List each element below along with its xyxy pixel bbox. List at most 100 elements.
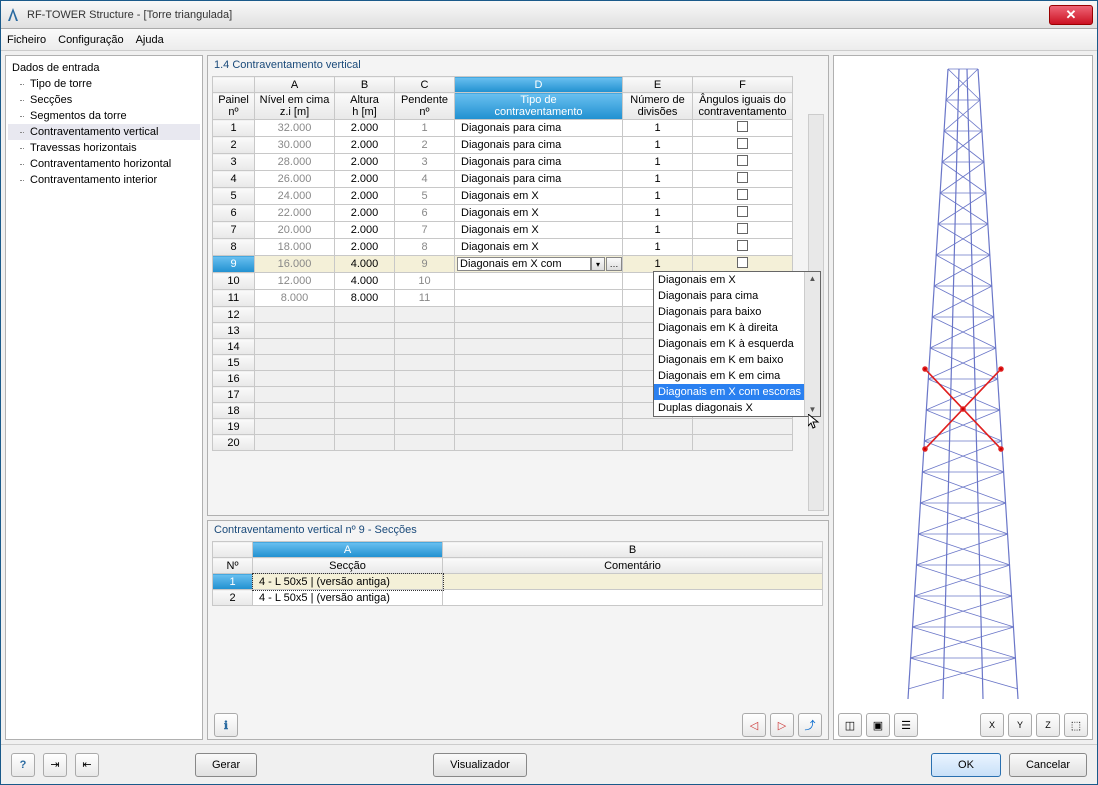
- goto-button[interactable]: ⤴: [798, 713, 822, 737]
- sidebar-item[interactable]: Secções: [8, 92, 200, 108]
- cell[interactable]: [693, 154, 793, 171]
- visualizador-button[interactable]: Visualizador: [433, 753, 527, 777]
- cell[interactable]: [693, 239, 793, 256]
- cell[interactable]: [693, 205, 793, 222]
- dropdown-option[interactable]: Diagonais em K em baixo: [654, 352, 820, 368]
- cell[interactable]: 30.000: [255, 137, 335, 154]
- cell[interactable]: 2.000: [335, 120, 395, 137]
- cell[interactable]: 1: [623, 120, 693, 137]
- cell[interactable]: [693, 137, 793, 154]
- cell[interactable]: 1: [623, 171, 693, 188]
- row-header[interactable]: 13: [213, 323, 255, 339]
- cell[interactable]: 2.000: [335, 188, 395, 205]
- cell[interactable]: 2.000: [335, 222, 395, 239]
- cell[interactable]: 8.000: [335, 290, 395, 307]
- sidebar-item[interactable]: Contraventamento horizontal: [8, 156, 200, 172]
- checkbox[interactable]: [737, 121, 748, 132]
- checkbox[interactable]: [737, 138, 748, 149]
- row-header[interactable]: 17: [213, 387, 255, 403]
- cell[interactable]: 12.000: [255, 273, 335, 290]
- view-z-button[interactable]: Z: [1036, 713, 1060, 737]
- checkbox[interactable]: [737, 155, 748, 166]
- row-header[interactable]: 4: [213, 171, 255, 188]
- row-header[interactable]: 9: [213, 256, 255, 273]
- export-button[interactable]: ⇤: [75, 753, 99, 777]
- menu-ficheiro[interactable]: Ficheiro: [7, 34, 46, 46]
- cell[interactable]: [693, 188, 793, 205]
- cell[interactable]: 1: [623, 154, 693, 171]
- checkbox[interactable]: [737, 206, 748, 217]
- cell[interactable]: 2.000: [335, 137, 395, 154]
- dropdown-option[interactable]: Diagonais em X: [654, 272, 820, 288]
- cell[interactable]: 7: [395, 222, 455, 239]
- view-x-button[interactable]: X: [980, 713, 1004, 737]
- cell[interactable]: [693, 222, 793, 239]
- cell[interactable]: 1: [623, 256, 693, 273]
- row-header[interactable]: 16: [213, 371, 255, 387]
- sidebar-item[interactable]: Contraventamento interior: [8, 172, 200, 188]
- row-header[interactable]: 18: [213, 403, 255, 419]
- cell[interactable]: 2.000: [335, 239, 395, 256]
- row-header[interactable]: 2: [213, 590, 253, 606]
- cell[interactable]: 5: [395, 188, 455, 205]
- cell[interactable]: 24.000: [255, 188, 335, 205]
- cell[interactable]: 1: [623, 239, 693, 256]
- cell[interactable]: 10: [395, 273, 455, 290]
- row-header[interactable]: 3: [213, 154, 255, 171]
- dropdown-option[interactable]: Diagonais em K em cima: [654, 368, 820, 384]
- view-y-button[interactable]: Y: [1008, 713, 1032, 737]
- row-header[interactable]: 1: [213, 574, 253, 590]
- row-header[interactable]: 7: [213, 222, 255, 239]
- cell[interactable]: Diagonais para cima: [455, 120, 623, 137]
- cell[interactable]: Diagonais em X: [455, 188, 623, 205]
- cell[interactable]: 28.000: [255, 154, 335, 171]
- preview-canvas[interactable]: [834, 56, 1092, 711]
- checkbox[interactable]: [737, 172, 748, 183]
- menu-configuracao[interactable]: Configuração: [58, 34, 123, 46]
- cell[interactable]: Diagonais em X: [455, 205, 623, 222]
- view-3d-button[interactable]: ⬚: [1064, 713, 1088, 737]
- view-wire-button[interactable]: ☰: [894, 713, 918, 737]
- bracing-type-cell[interactable]: Diagonais em X com escoras▾…: [455, 256, 623, 273]
- checkbox[interactable]: [737, 240, 748, 251]
- sidebar-item[interactable]: Tipo de torre: [8, 76, 200, 92]
- cell[interactable]: 3: [395, 154, 455, 171]
- cell[interactable]: [693, 256, 793, 273]
- cell[interactable]: 18.000: [255, 239, 335, 256]
- row-header[interactable]: 20: [213, 435, 255, 451]
- cell[interactable]: 4 - L 50x5 | (versão antiga): [253, 590, 443, 606]
- row-header[interactable]: 19: [213, 419, 255, 435]
- cell[interactable]: 2: [395, 137, 455, 154]
- dropdown-more-button[interactable]: …: [606, 257, 622, 271]
- cell[interactable]: 6: [395, 205, 455, 222]
- checkbox[interactable]: [737, 189, 748, 200]
- row-header[interactable]: 2: [213, 137, 255, 154]
- gerar-button[interactable]: Gerar: [195, 753, 257, 777]
- cell[interactable]: [455, 290, 623, 307]
- cell[interactable]: Diagonais para cima: [455, 171, 623, 188]
- cell[interactable]: Diagonais para cima: [455, 137, 623, 154]
- cell[interactable]: 8.000: [255, 290, 335, 307]
- info-button[interactable]: ℹ: [214, 713, 238, 737]
- row-header[interactable]: 10: [213, 273, 255, 290]
- dropdown-arrow-icon[interactable]: ▾: [591, 257, 605, 271]
- cell[interactable]: 20.000: [255, 222, 335, 239]
- cell[interactable]: 32.000: [255, 120, 335, 137]
- dropdown-option[interactable]: Diagonais para cima: [654, 288, 820, 304]
- row-header[interactable]: 8: [213, 239, 255, 256]
- menu-ajuda[interactable]: Ajuda: [136, 34, 164, 46]
- cell[interactable]: 4.000: [335, 256, 395, 273]
- cell[interactable]: [455, 273, 623, 290]
- close-button[interactable]: ✕: [1049, 5, 1093, 25]
- row-header[interactable]: 1: [213, 120, 255, 137]
- cell[interactable]: [443, 574, 823, 590]
- cell[interactable]: Diagonais para cima: [455, 154, 623, 171]
- cell[interactable]: 2.000: [335, 154, 395, 171]
- dropdown-option[interactable]: Diagonais para baixo: [654, 304, 820, 320]
- cell[interactable]: [443, 590, 823, 606]
- view-iso-button[interactable]: ◫: [838, 713, 862, 737]
- view-render-button[interactable]: ▣: [866, 713, 890, 737]
- ok-button[interactable]: OK: [931, 753, 1001, 777]
- cell[interactable]: 8: [395, 239, 455, 256]
- cell[interactable]: 9: [395, 256, 455, 273]
